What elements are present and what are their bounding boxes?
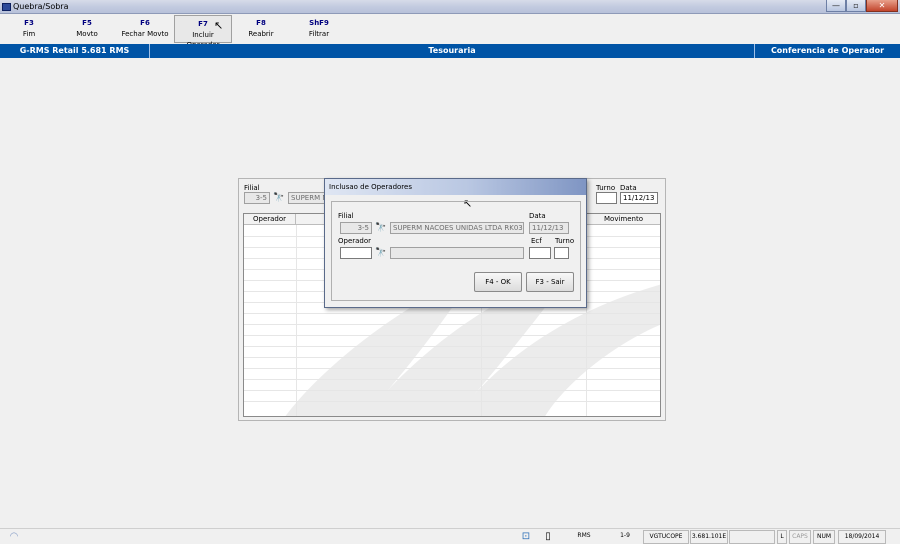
screen-title: Conferencia de Operador <box>754 44 900 58</box>
toolbar-filtrar-button[interactable]: ShF9 Filtrar <box>302 15 336 43</box>
grid-row-line <box>244 313 660 314</box>
filial-search-icon[interactable]: 🔭 <box>272 192 286 204</box>
title-bar: Quebra/Sobra — ▫ ✕ <box>0 0 900 14</box>
turno-input[interactable] <box>554 247 569 259</box>
status-app: RMS <box>577 532 591 539</box>
dialog-data-label: Data <box>529 212 546 220</box>
toolbar-label: Fechar Movto <box>121 30 169 38</box>
toolbar-key: ShF9 <box>309 19 329 27</box>
maximize-button[interactable]: ▫ <box>846 0 866 12</box>
operador-code-input[interactable] <box>340 247 372 259</box>
status-lock: L <box>777 530 787 544</box>
status-version-code: 1-9 <box>620 532 630 539</box>
toolbar-key: F6 <box>140 19 150 27</box>
status-blank <box>729 530 775 544</box>
toolbar-label: Movto <box>76 30 98 38</box>
toolbar-reabrir-button[interactable]: F8 Reabrir <box>244 15 278 43</box>
toolbar-label: Reabrir <box>248 30 274 38</box>
dialog-operador-label: Operador <box>338 237 372 245</box>
ok-button[interactable]: F4 - OK <box>474 272 522 292</box>
operador-search-icon[interactable]: 🔭 <box>374 247 388 259</box>
grid-row-line <box>244 357 660 358</box>
header-bar: G-RMS Retail 5.681 RMS Tesouraria Confer… <box>0 44 900 58</box>
app-version-label: G-RMS Retail 5.681 RMS <box>0 44 150 58</box>
filial-name-field: SUPERM N <box>288 192 326 204</box>
dialog-filial-label: Filial <box>338 212 354 220</box>
status-bar: ◠ ⊡ ▯ RMS 1-9 VGTUCOPE 3.681.101E L CAPS… <box>0 528 900 544</box>
network-icon[interactable]: ⊡ <box>514 530 538 544</box>
grid-column-divider <box>296 225 297 416</box>
toolbar-key: F5 <box>82 19 92 27</box>
toolbar-movto-button[interactable]: F5 Movto <box>70 15 104 43</box>
status-caps: CAPS <box>789 530 811 544</box>
status-num: NUM <box>813 530 835 544</box>
toolbar-label: Filtrar <box>308 30 330 38</box>
grid-row-line <box>244 335 660 336</box>
grid-header-operador[interactable]: Operador <box>244 214 296 225</box>
filial-code-field: 3-5 <box>244 192 270 204</box>
dialog-ecf-label: Ecf <box>531 237 542 245</box>
dialog-filial-code-field: 3-5 <box>340 222 372 234</box>
status-program: VGTUCOPE <box>643 530 689 544</box>
dialog-title-bar[interactable]: Inclusao de Operadores <box>325 179 586 195</box>
grid-row-line <box>244 324 660 325</box>
turno-label: Turno <box>596 184 616 192</box>
module-title: Tesouraria <box>428 46 476 55</box>
toolbar-key: F3 <box>24 19 34 27</box>
exit-button[interactable]: F3 - Sair <box>526 272 574 292</box>
toolbar: F3 Fim F5 Movto F6 Fechar Movto F7 Inclu… <box>0 15 900 49</box>
toolbar-incluir-operador-button[interactable]: F7 Incluir Operador <box>174 15 232 49</box>
toolbar-fim-button[interactable]: F3 Fim <box>14 15 44 43</box>
grid-header-movimento[interactable]: Movimento <box>586 214 660 225</box>
dialog-filial-search-icon: 🔭 <box>375 223 387 233</box>
dialog-title: Inclusao de Operadores <box>329 183 412 191</box>
grid-row-line <box>244 390 660 391</box>
turno-field[interactable] <box>596 192 617 204</box>
data-field[interactable]: 11/12/13 <box>620 192 658 204</box>
close-button[interactable]: ✕ <box>866 0 898 12</box>
toolbar-fechar-movto-button[interactable]: F6 Fechar Movto <box>119 15 171 43</box>
operador-name-field <box>390 247 524 259</box>
dialog-group-box: Filial 3-5 🔭 SUPERM NACOES UNIDAS LTDA R… <box>331 201 581 301</box>
status-build: 3.681.101E <box>690 530 728 544</box>
dialog-turno-label: Turno <box>555 237 575 245</box>
status-date: 18/09/2014 <box>838 530 886 544</box>
mouse-cursor-icon: ↖ <box>214 19 224 32</box>
dialog-data-field: 11/12/13 <box>529 222 569 234</box>
grid-row-line <box>244 401 660 402</box>
clipboard-icon[interactable]: ▯ <box>540 530 556 544</box>
window-controls: — ▫ ✕ <box>826 0 898 13</box>
data-label: Data <box>620 184 637 192</box>
grid-row-line <box>244 379 660 380</box>
window-title: Quebra/Sobra <box>13 2 69 11</box>
filial-label: Filial <box>244 184 260 192</box>
toolbar-key: F8 <box>256 19 266 27</box>
toolbar-label: Fim <box>22 30 36 38</box>
grid-row-line <box>244 368 660 369</box>
ecf-input[interactable] <box>529 247 551 259</box>
add-operator-dialog: Inclusao de Operadores ↖ Filial 3-5 🔭 SU… <box>324 178 587 308</box>
taskbar-orb-icon: ◠ <box>9 531 19 542</box>
minimize-button[interactable]: — <box>826 0 846 12</box>
app-icon <box>2 3 11 11</box>
dialog-filial-name-field: SUPERM NACOES UNIDAS LTDA RK03 <box>390 222 524 234</box>
grid-row-line <box>244 346 660 347</box>
